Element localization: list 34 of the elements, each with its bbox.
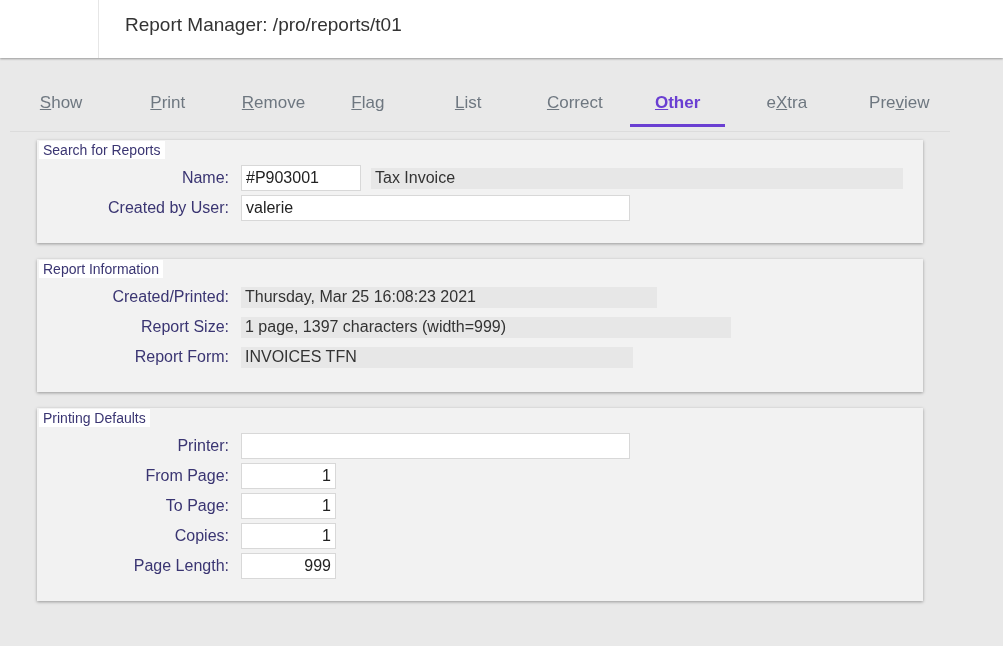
value-text: INVOICES TFN [241, 346, 633, 368]
number-field[interactable]: 1 [241, 523, 336, 549]
number-field[interactable]: 1 [241, 463, 336, 489]
number-field[interactable]: 1 [241, 493, 336, 519]
value-text: Thursday, Mar 25 16:08:23 2021 [241, 286, 657, 308]
input-field[interactable] [241, 433, 630, 459]
tab[interactable]: Show [10, 86, 113, 127]
tab[interactable]: Print [112, 86, 224, 127]
input-field[interactable]: valerie [241, 195, 630, 221]
field-label: Report Form: [133, 348, 230, 366]
number-field[interactable]: 999 [241, 553, 336, 579]
tab[interactable]: Flag [323, 86, 413, 127]
input-field[interactable]: #P903001 [241, 165, 361, 191]
section-title: Printing Defaults [39, 409, 150, 427]
field-label: From Page: [144, 467, 230, 485]
tab[interactable]: Preview [848, 86, 950, 127]
field-label: To Page: [164, 497, 230, 515]
tab[interactable]: Remove [223, 86, 324, 127]
field-label: Name: [180, 169, 230, 187]
page-title: Report Manager: /pro/reports/t01 [124, 14, 402, 36]
field-label: Copies: [173, 527, 230, 545]
tab[interactable]: List [412, 86, 525, 127]
value-text: 1 page, 1397 characters (width=999) [241, 316, 731, 338]
field-label: Printer: [176, 437, 230, 455]
field-label: Created/Printed: [111, 288, 230, 306]
tab[interactable]: Correct [524, 86, 626, 127]
section-title: Report Information [39, 260, 163, 278]
field-label: Page Length: [132, 557, 230, 575]
value-text: Tax Invoice [371, 167, 903, 189]
field-label: Report Size: [139, 318, 230, 336]
tab[interactable]: eXtra [724, 86, 849, 127]
section-title: Search for Reports [39, 141, 165, 159]
tab[interactable]: Other [630, 86, 725, 127]
field-label: Created by User: [107, 199, 230, 217]
